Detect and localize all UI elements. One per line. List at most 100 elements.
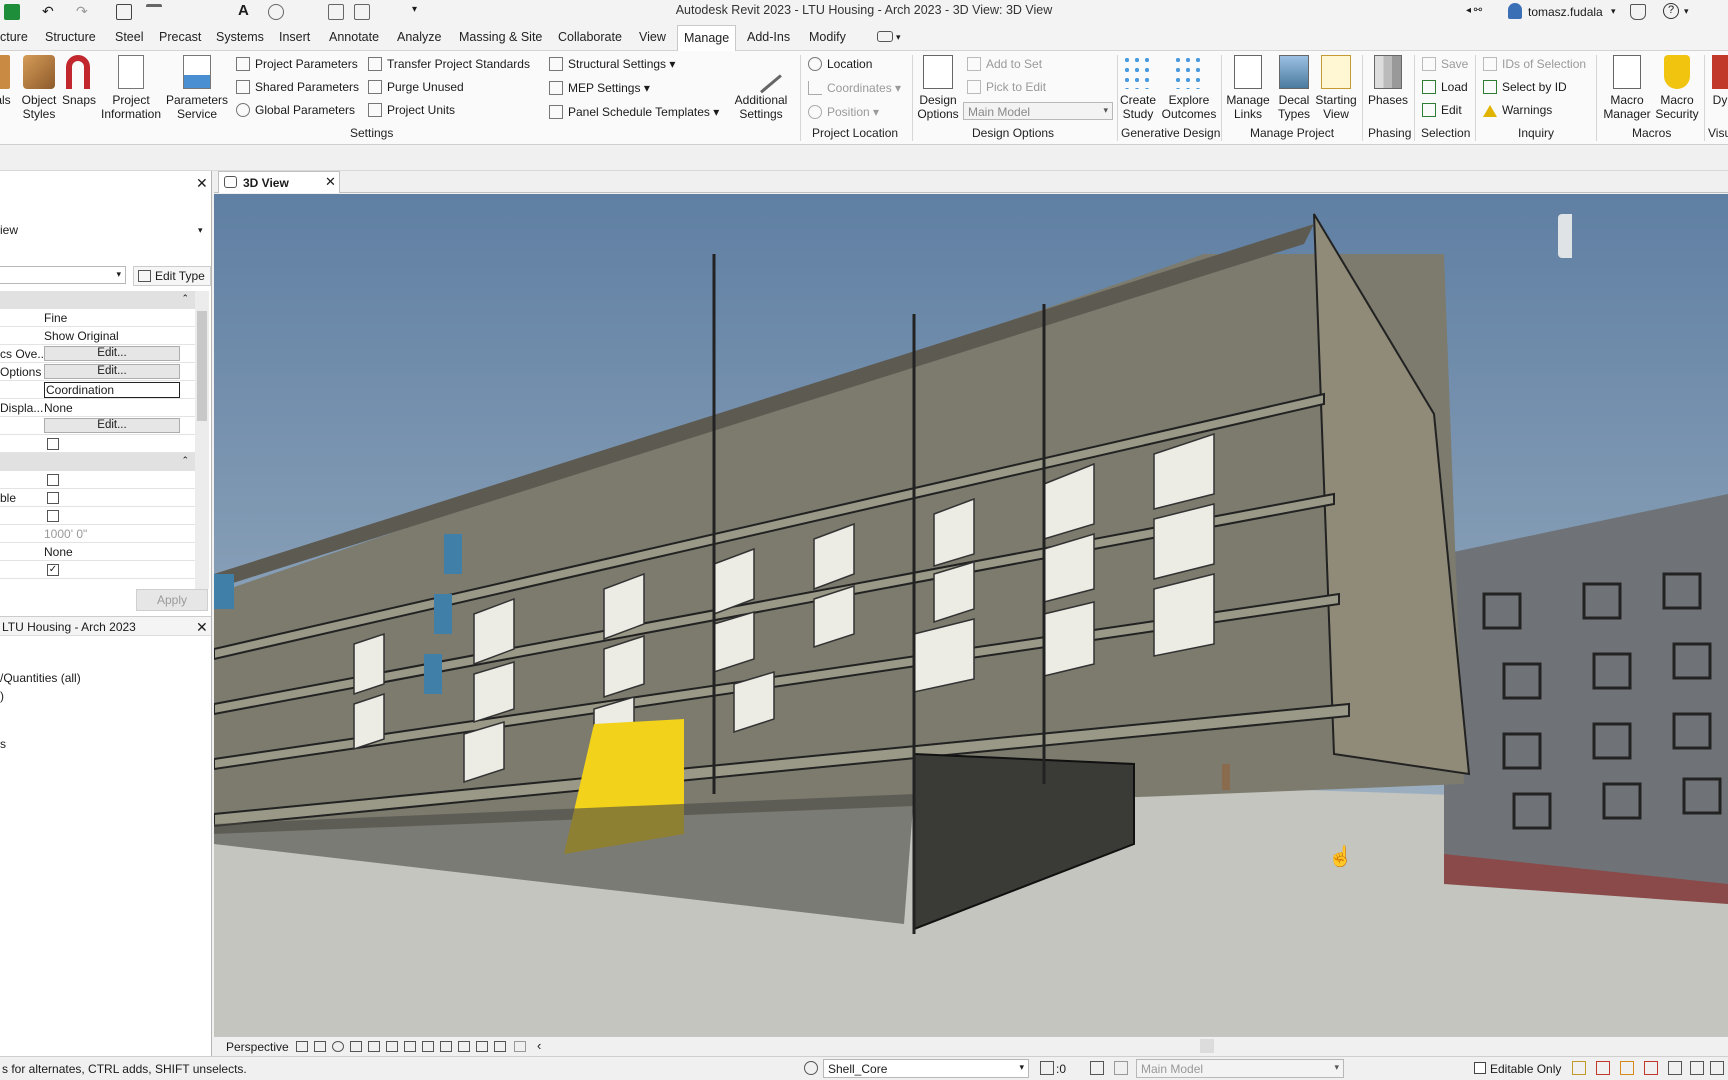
instance-filter-combo[interactable]: ▾ xyxy=(0,266,126,284)
user-dropdown-icon[interactable]: ▾ xyxy=(1611,6,1616,17)
snaps-button[interactable]: Snaps xyxy=(62,55,96,107)
tab-massing-site[interactable]: Massing & Site xyxy=(459,30,542,44)
worksets-icon[interactable] xyxy=(804,1061,818,1075)
panel-schedule-templates-button[interactable]: Panel Schedule Templates ▾ xyxy=(549,105,719,119)
editable-only-checkbox[interactable] xyxy=(1474,1062,1486,1074)
pick-to-edit-button[interactable]: Pick to Edit xyxy=(967,80,1046,94)
temporary-hide-icon[interactable] xyxy=(422,1041,434,1052)
purge-unused-button[interactable]: Purge Unused xyxy=(368,80,464,94)
edit-selection-button[interactable]: Edit xyxy=(1422,103,1462,117)
view-mode-label[interactable]: Perspective xyxy=(226,1040,289,1054)
close-icon[interactable]: ✕ xyxy=(325,174,336,190)
checkbox[interactable] xyxy=(47,492,59,504)
edit-type-button[interactable]: Edit Type xyxy=(133,266,211,286)
browser-item[interactable]: ) xyxy=(0,689,4,703)
load-selection-button[interactable]: Load xyxy=(1422,80,1468,94)
help-icon[interactable]: ? xyxy=(1663,3,1679,19)
user-name[interactable]: tomasz.fudala xyxy=(1528,5,1603,19)
horizontal-scrollbar-thumb[interactable] xyxy=(1200,1039,1214,1053)
tab-steel[interactable]: Steel xyxy=(115,30,144,44)
tab-structure[interactable]: Structure xyxy=(45,30,96,44)
design-option-combo[interactable]: Main Model ▾ xyxy=(963,102,1113,120)
browser-item-schedules[interactable]: /Quantities (all) xyxy=(0,671,81,685)
show-crop-icon[interactable] xyxy=(386,1041,398,1052)
shadows-icon[interactable] xyxy=(314,1041,326,1052)
tab-analyze[interactable]: Analyze xyxy=(397,30,441,44)
selection-filter-icon[interactable] xyxy=(1040,1061,1054,1075)
checkbox[interactable] xyxy=(47,438,59,450)
explore-outcomes-button[interactable]: Explore Outcomes xyxy=(1160,55,1218,121)
decal-types-button[interactable]: Decal Types xyxy=(1274,55,1314,121)
select-underlay-icon[interactable] xyxy=(1596,1061,1610,1075)
crop-view-icon[interactable] xyxy=(368,1041,380,1052)
reveal-hidden-icon[interactable] xyxy=(440,1041,452,1052)
project-parameters-button[interactable]: Project Parameters xyxy=(236,57,358,71)
coordinates-button[interactable]: Coordinates ▾ xyxy=(808,81,901,95)
show-hidden-lines-value[interactable]: None xyxy=(44,401,180,415)
project-information-button[interactable]: Project Information xyxy=(98,55,164,121)
add-to-set-button[interactable]: Add to Set xyxy=(967,57,1042,71)
manage-links-button[interactable]: Manage Links xyxy=(1224,55,1272,121)
tab-precast[interactable]: Precast xyxy=(159,30,201,44)
background-processes-icon[interactable] xyxy=(1690,1061,1704,1075)
filter-icon[interactable] xyxy=(1710,1061,1724,1075)
lock-view-icon[interactable] xyxy=(404,1041,416,1052)
help-dropdown-icon[interactable]: ▾ xyxy=(1684,6,1689,17)
render-icon[interactable] xyxy=(350,1041,362,1052)
drag-elements-icon[interactable] xyxy=(1668,1061,1682,1075)
phases-button[interactable]: Phases xyxy=(1366,55,1410,107)
tab-annotate[interactable]: Annotate xyxy=(329,30,379,44)
location-button[interactable]: Location xyxy=(808,57,872,71)
additional-settings-button[interactable]: Additional Settings xyxy=(730,50,792,121)
detail-level-value[interactable]: Fine xyxy=(44,311,180,325)
save-selection-button[interactable]: Save xyxy=(1422,57,1468,71)
sun-path-icon[interactable] xyxy=(332,1041,344,1052)
design-option-status-combo[interactable]: Main Model ▾ xyxy=(1136,1059,1344,1078)
browser-item[interactable]: s xyxy=(0,737,6,751)
mep-settings-button[interactable]: MEP Settings ▾ xyxy=(549,81,650,95)
editing-requests-icon[interactable] xyxy=(1090,1061,1104,1075)
highlight-displacement-icon[interactable] xyxy=(494,1041,506,1052)
section-header-extents[interactable]: ⌃ xyxy=(0,453,195,471)
tab-add-ins[interactable]: Add-Ins xyxy=(747,30,790,44)
vg-overrides-edit-button[interactable]: Edit... xyxy=(44,346,180,361)
cart-icon[interactable] xyxy=(1630,4,1646,20)
project-units-button[interactable]: Project Units xyxy=(368,103,455,117)
analytical-model-icon[interactable] xyxy=(476,1041,488,1052)
tab-overflow-icon[interactable]: ▾ xyxy=(896,32,901,43)
structural-settings-button[interactable]: Structural Settings ▾ xyxy=(549,57,675,71)
binoculars-icon[interactable]: ◂ ⚯ xyxy=(1466,5,1482,16)
apply-button[interactable]: Apply xyxy=(136,589,208,611)
close-icon[interactable]: ✕ xyxy=(196,175,208,192)
graphic-display-options-edit-button[interactable]: Edit... xyxy=(44,364,180,379)
warnings-button[interactable]: Warnings xyxy=(1483,103,1552,117)
scroll-left-icon[interactable]: ‹ xyxy=(537,1038,541,1053)
parameters-service-button[interactable]: Parameters Service xyxy=(166,55,228,121)
scope-box-value[interactable]: None xyxy=(44,545,180,559)
scrollbar-thumb[interactable] xyxy=(197,311,207,421)
design-options-status-icon[interactable] xyxy=(1114,1061,1128,1075)
type-selector[interactable]: iew xyxy=(0,223,18,237)
parts-visibility-value[interactable]: Show Original xyxy=(44,329,180,343)
materials-button[interactable]: als xyxy=(0,55,14,107)
global-parameters-button[interactable]: Global Parameters xyxy=(236,103,355,117)
3d-viewport[interactable]: ☝ xyxy=(214,194,1728,1036)
tab-manage[interactable]: Manage xyxy=(677,25,737,52)
object-styles-button[interactable]: Object Styles xyxy=(18,55,60,121)
macro-security-button[interactable]: Macro Security xyxy=(1652,55,1702,121)
checkbox[interactable] xyxy=(47,474,59,486)
tab-insert[interactable]: Insert xyxy=(279,30,310,44)
type-selector-dropdown-icon[interactable]: ▾ xyxy=(198,225,203,236)
worksharing-display-icon[interactable] xyxy=(458,1041,470,1052)
tab-architecture[interactable]: cture xyxy=(0,30,28,44)
tab-collaborate[interactable]: Collaborate xyxy=(558,30,622,44)
dynamo-button[interactable]: Dy xyxy=(1708,55,1728,107)
sun-path-edit-button[interactable]: Edit... xyxy=(44,418,180,433)
panel-toggle-icon[interactable] xyxy=(877,31,893,42)
tab-view[interactable]: View xyxy=(639,30,666,44)
select-by-face-icon[interactable] xyxy=(1644,1061,1658,1075)
close-icon[interactable]: ✕ xyxy=(196,619,208,636)
transfer-project-standards-button[interactable]: Transfer Project Standards xyxy=(368,57,530,71)
checkbox-checked[interactable]: ✓ xyxy=(47,564,59,576)
design-options-button[interactable]: Design Options xyxy=(914,55,962,121)
